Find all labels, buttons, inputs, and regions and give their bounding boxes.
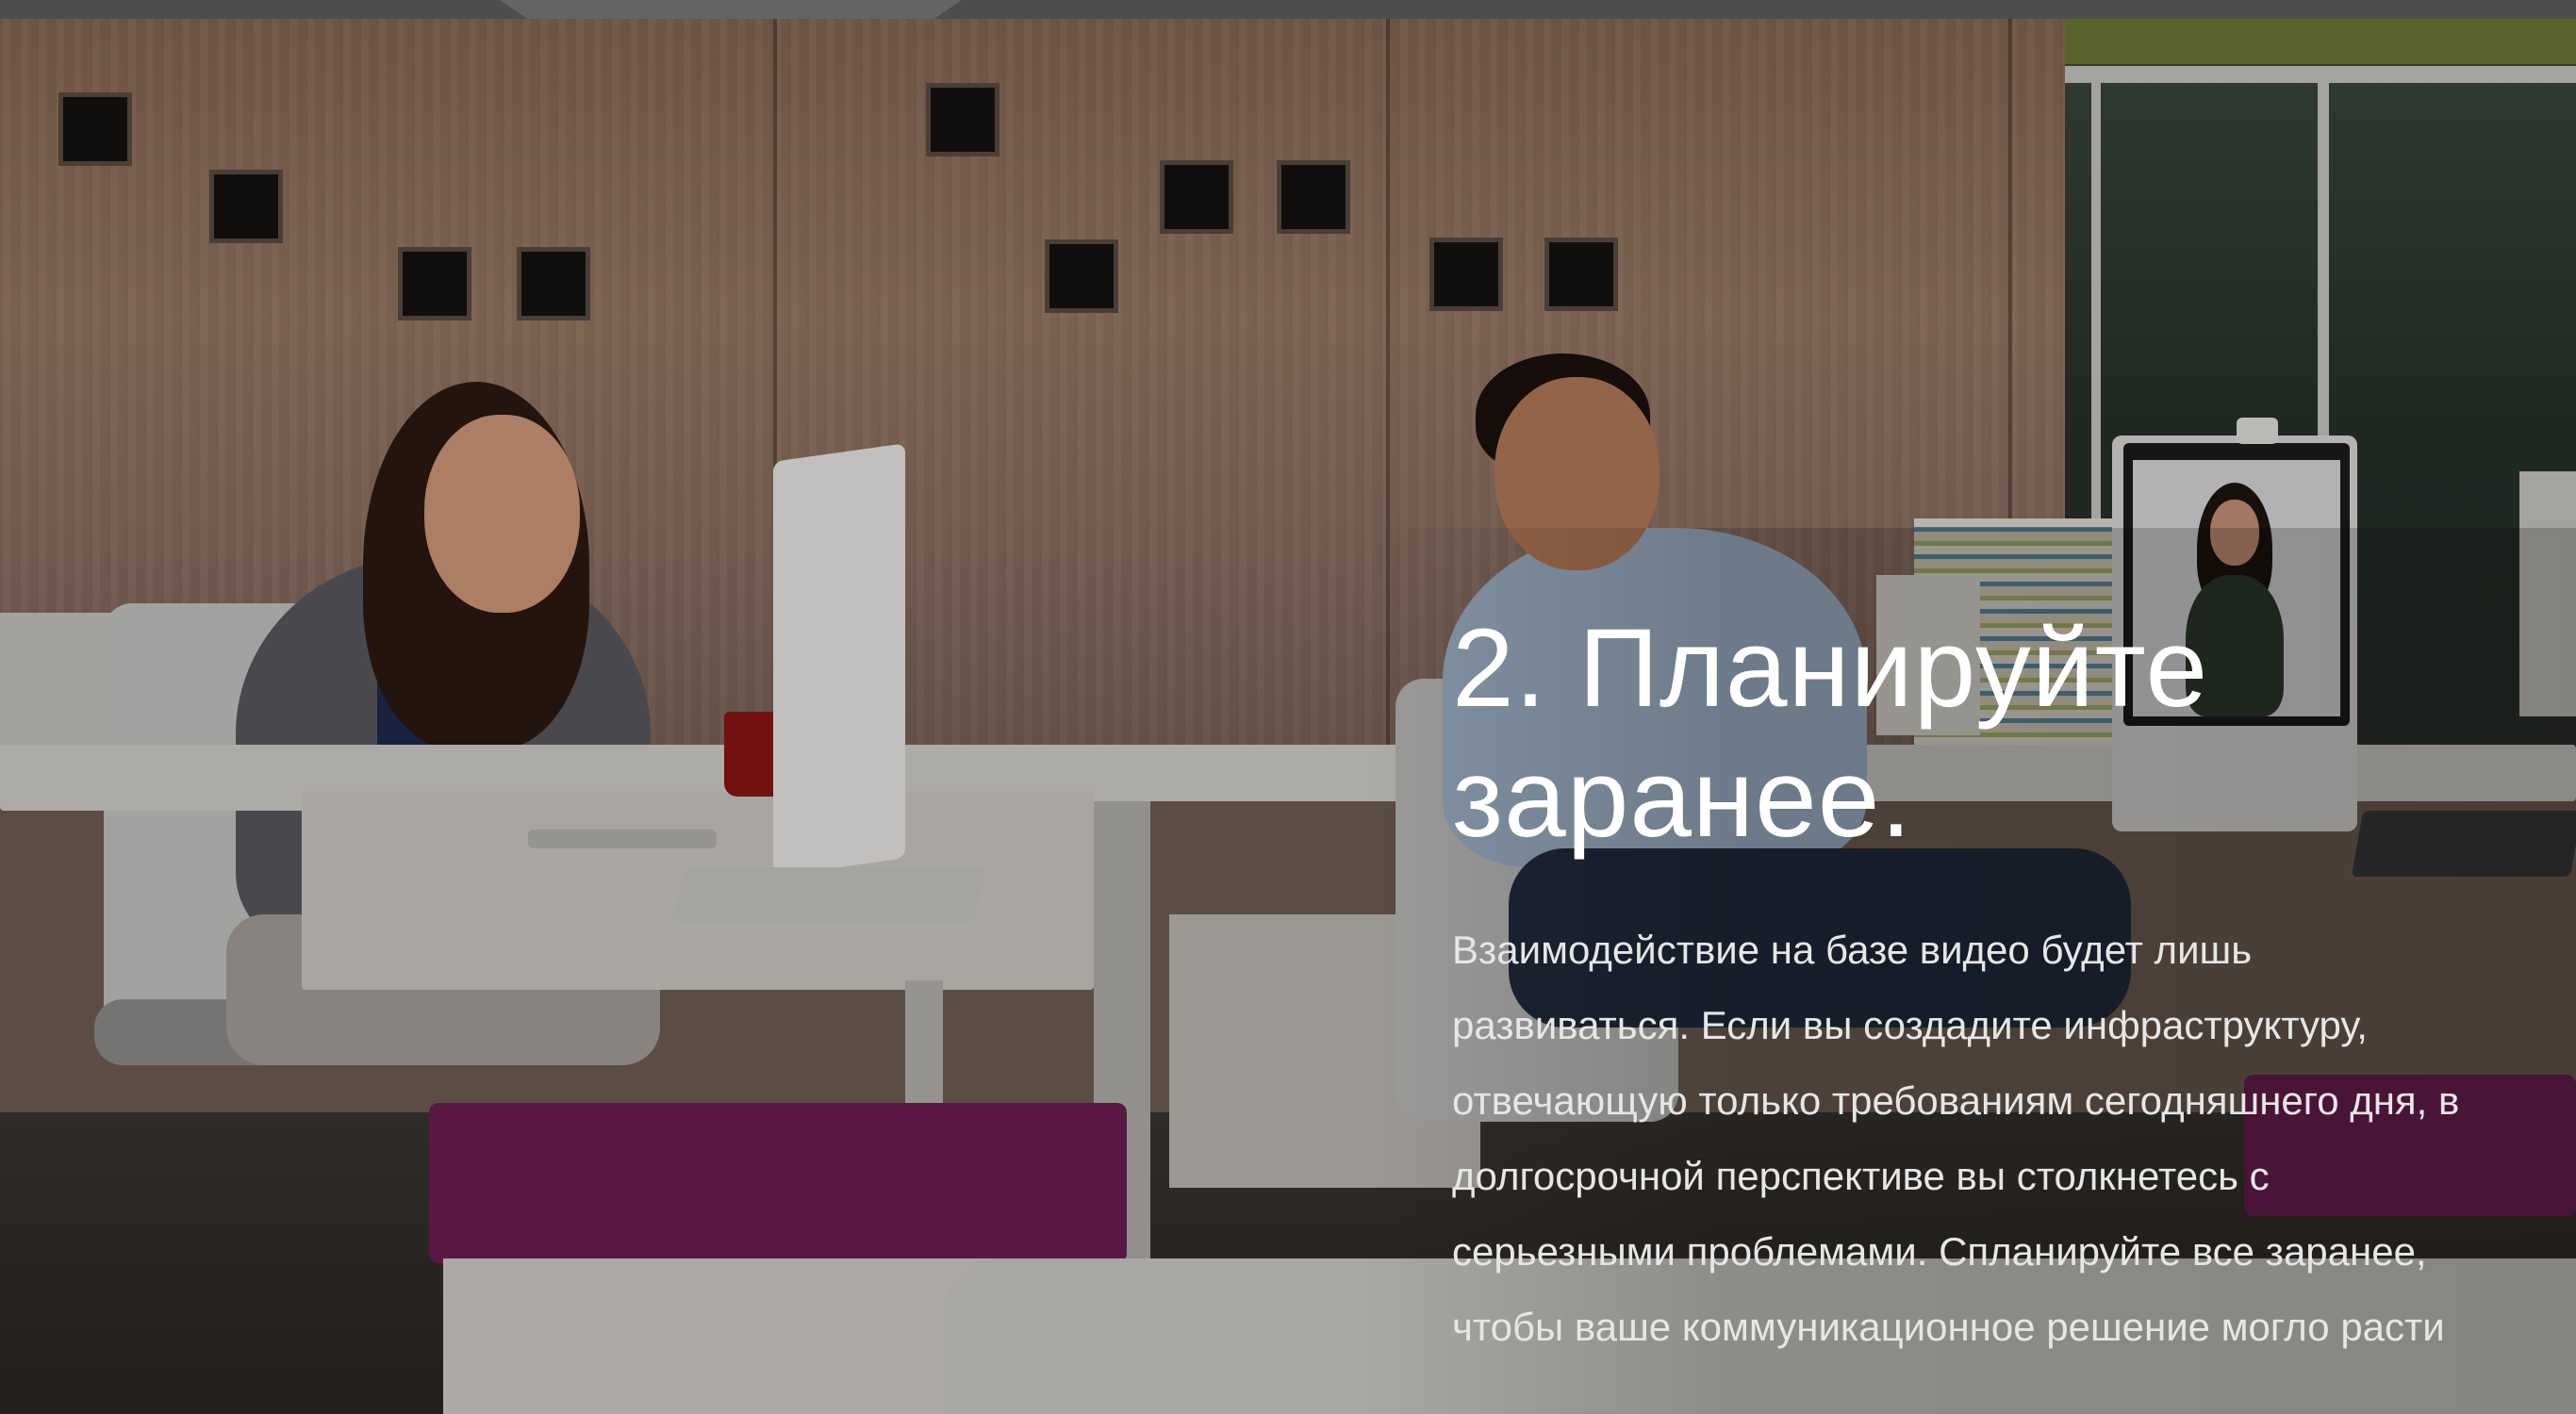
slide-body-text: Взаимодействие на базе видео будет лишь … bbox=[1452, 928, 2460, 1349]
slide-text-block: 2. Планируйте заранее. Взаимодействие на… bbox=[1452, 603, 2508, 1365]
slide-heading: 2. Планируйте заранее. bbox=[1452, 606, 2209, 861]
slide: 2. Планируйте заранее. Взаимодействие на… bbox=[0, 0, 2576, 1414]
